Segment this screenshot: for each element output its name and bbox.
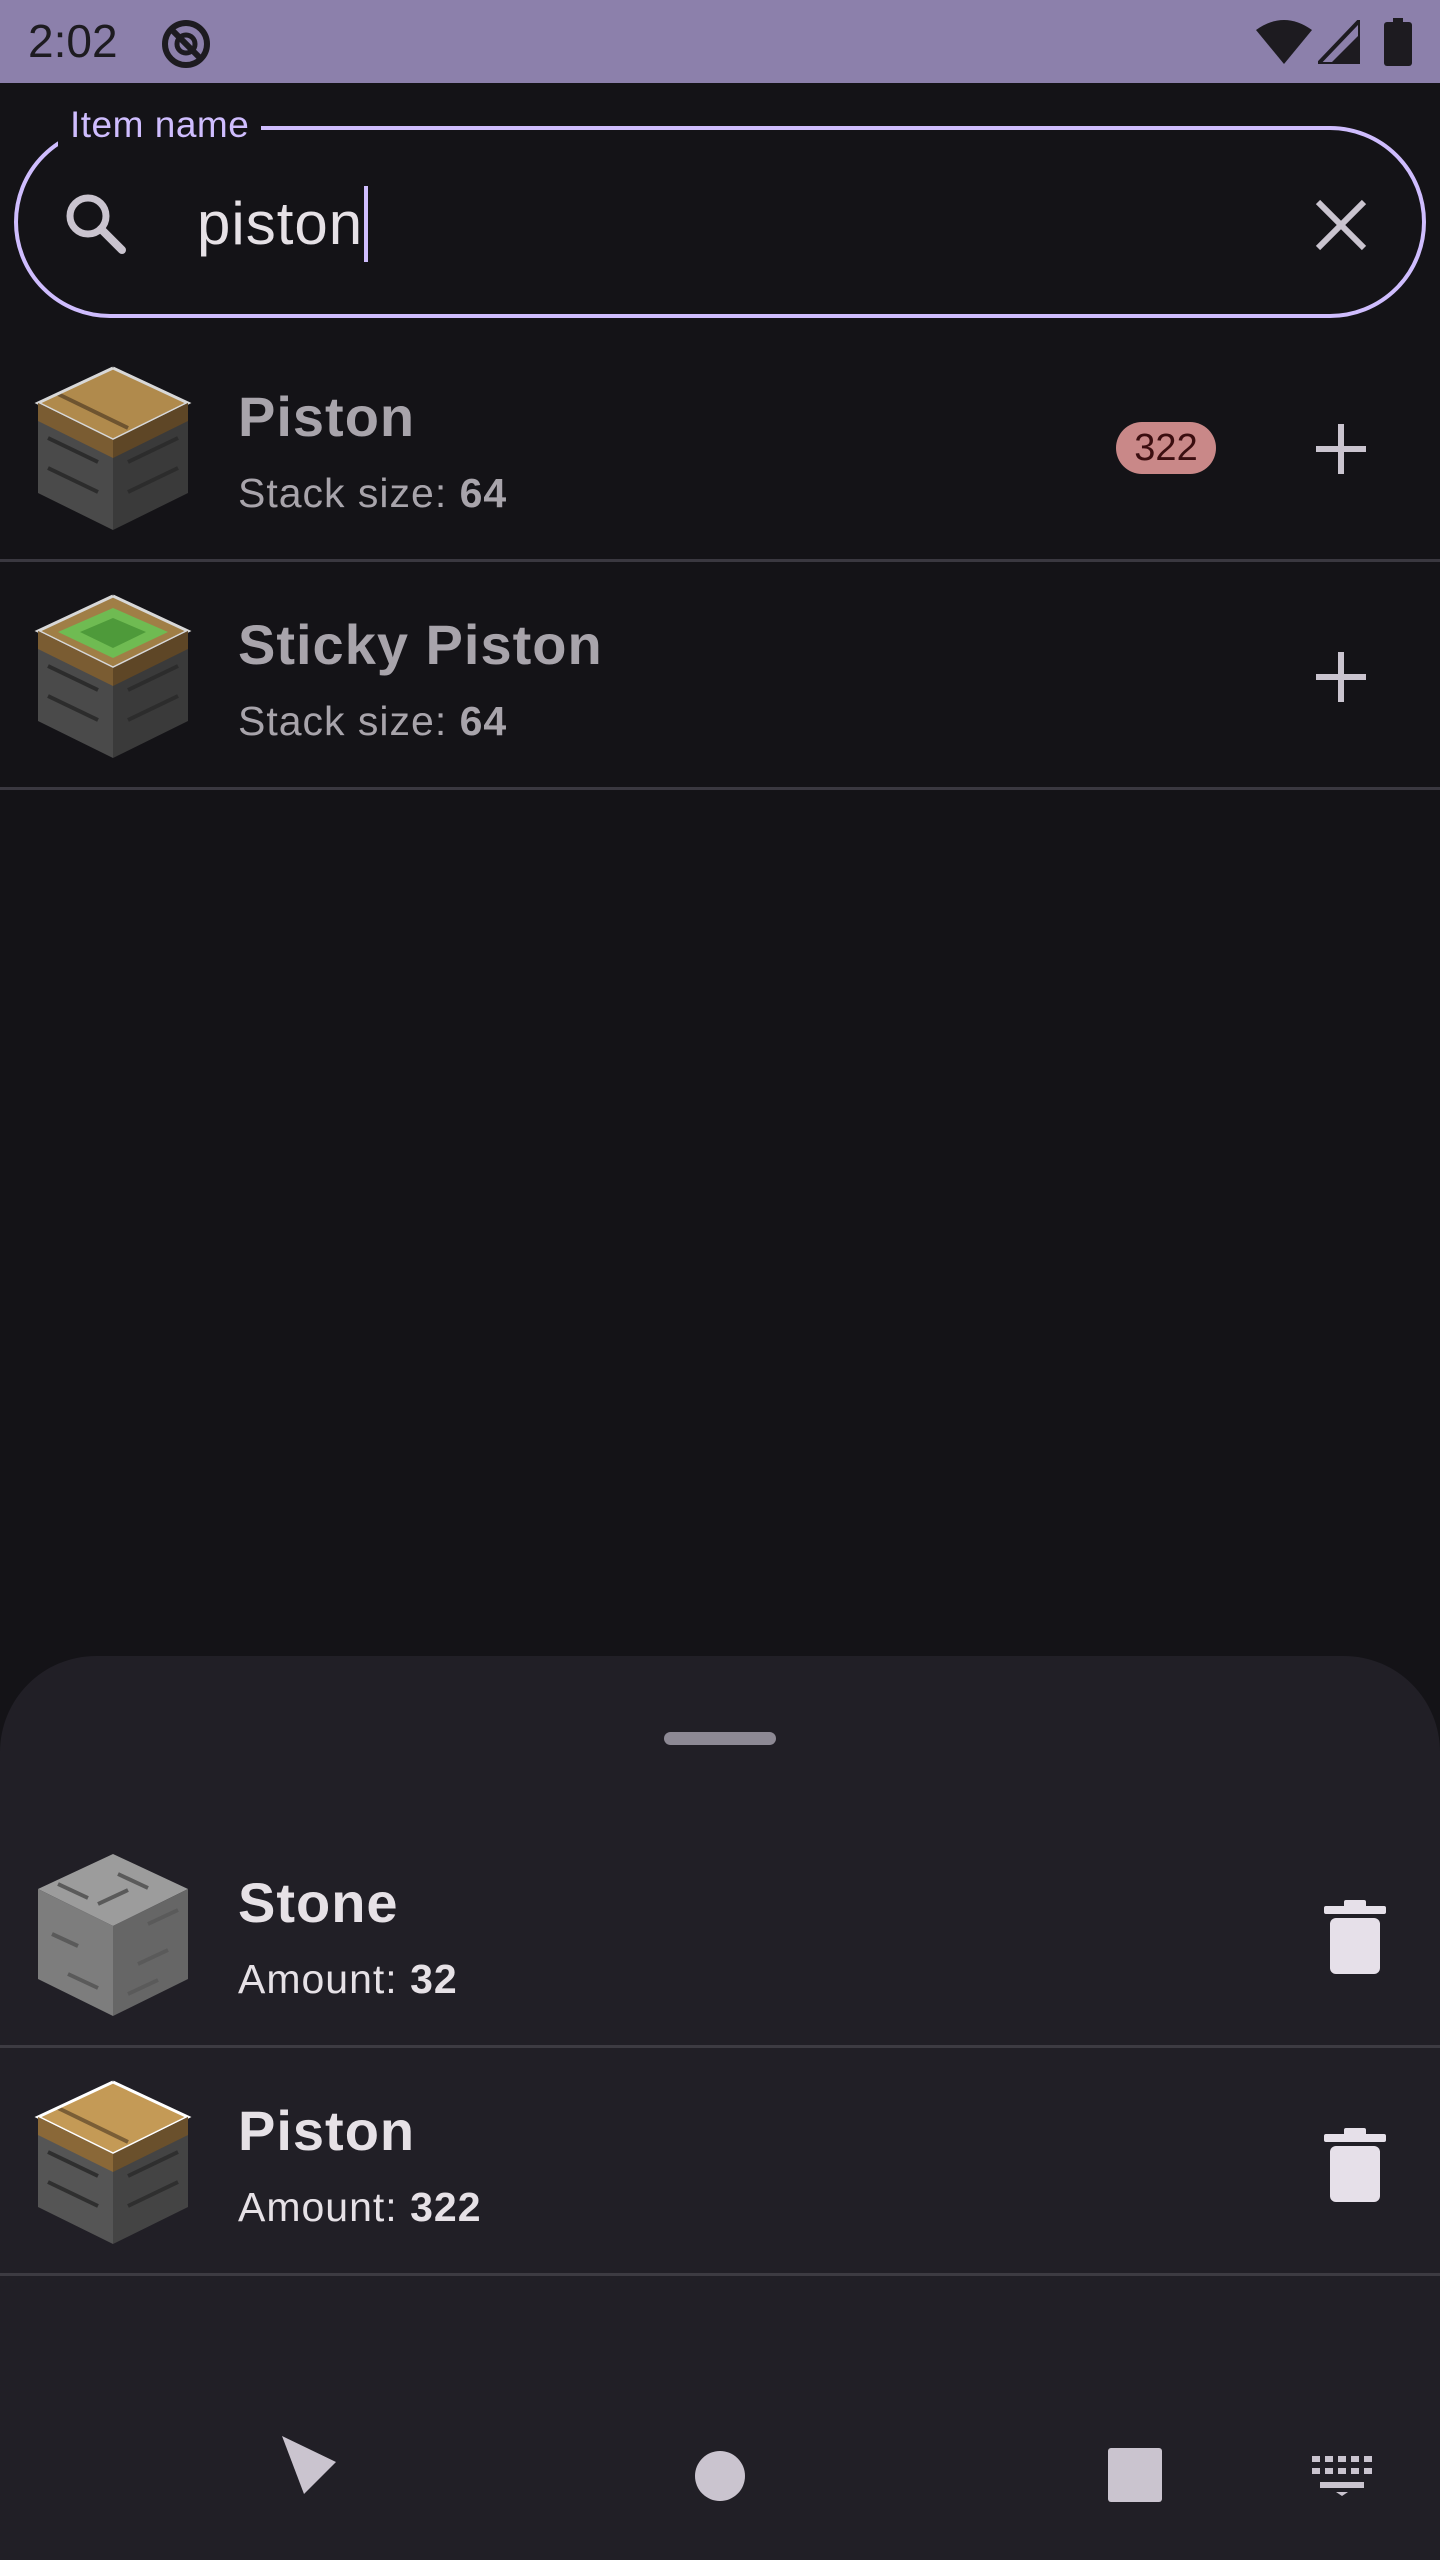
signal-icon bbox=[1318, 20, 1360, 64]
delete-icon[interactable] bbox=[1322, 2128, 1388, 2202]
item-name: Sticky Piston bbox=[238, 613, 603, 676]
result-row-sticky-piston[interactable]: Sticky Piston Stack size: 64 bbox=[0, 562, 1440, 790]
item-amount: Amount: 32 bbox=[238, 1956, 458, 2002]
count-badge: 322 bbox=[1116, 422, 1216, 474]
search-input[interactable]: piston bbox=[197, 189, 363, 258]
item-amount: Amount: 322 bbox=[238, 2184, 482, 2230]
piston-block-icon bbox=[34, 366, 192, 530]
sticky-piston-block-icon bbox=[34, 594, 192, 758]
recents-icon[interactable] bbox=[1108, 2448, 1162, 2502]
item-stack-size: Stack size: 64 bbox=[238, 698, 508, 744]
sheet-item-piston[interactable]: Piston Amount: 322 bbox=[0, 2048, 1440, 2276]
add-icon[interactable] bbox=[1312, 648, 1370, 706]
item-name: Piston bbox=[238, 385, 416, 448]
search-field-label: Item name bbox=[58, 104, 262, 146]
item-stack-size: Stack size: 64 bbox=[238, 470, 508, 516]
text-cursor bbox=[364, 186, 368, 262]
home-icon[interactable] bbox=[694, 2450, 746, 2502]
do-not-disturb-icon bbox=[162, 20, 210, 68]
piston-block-icon bbox=[34, 2080, 192, 2244]
status-bar: 2:02 bbox=[0, 0, 1440, 83]
add-icon[interactable] bbox=[1312, 420, 1370, 478]
item-name: Stone bbox=[238, 1871, 399, 1934]
search-icon bbox=[66, 194, 126, 254]
sheet-item-stone[interactable]: Stone Amount: 32 bbox=[0, 1820, 1440, 2048]
delete-icon[interactable] bbox=[1322, 1900, 1388, 1974]
status-time: 2:02 bbox=[28, 15, 118, 67]
battery-icon bbox=[1384, 18, 1412, 66]
stone-block-icon bbox=[38, 1854, 188, 2016]
back-icon[interactable] bbox=[278, 2432, 340, 2498]
clear-icon[interactable] bbox=[1310, 194, 1372, 256]
item-name: Piston bbox=[238, 2099, 416, 2162]
drag-handle[interactable] bbox=[664, 1732, 776, 1745]
result-row-piston[interactable]: Piston Stack size: 64 322 bbox=[0, 334, 1440, 562]
wifi-icon bbox=[1256, 20, 1312, 64]
keyboard-icon[interactable] bbox=[1312, 2456, 1372, 2496]
